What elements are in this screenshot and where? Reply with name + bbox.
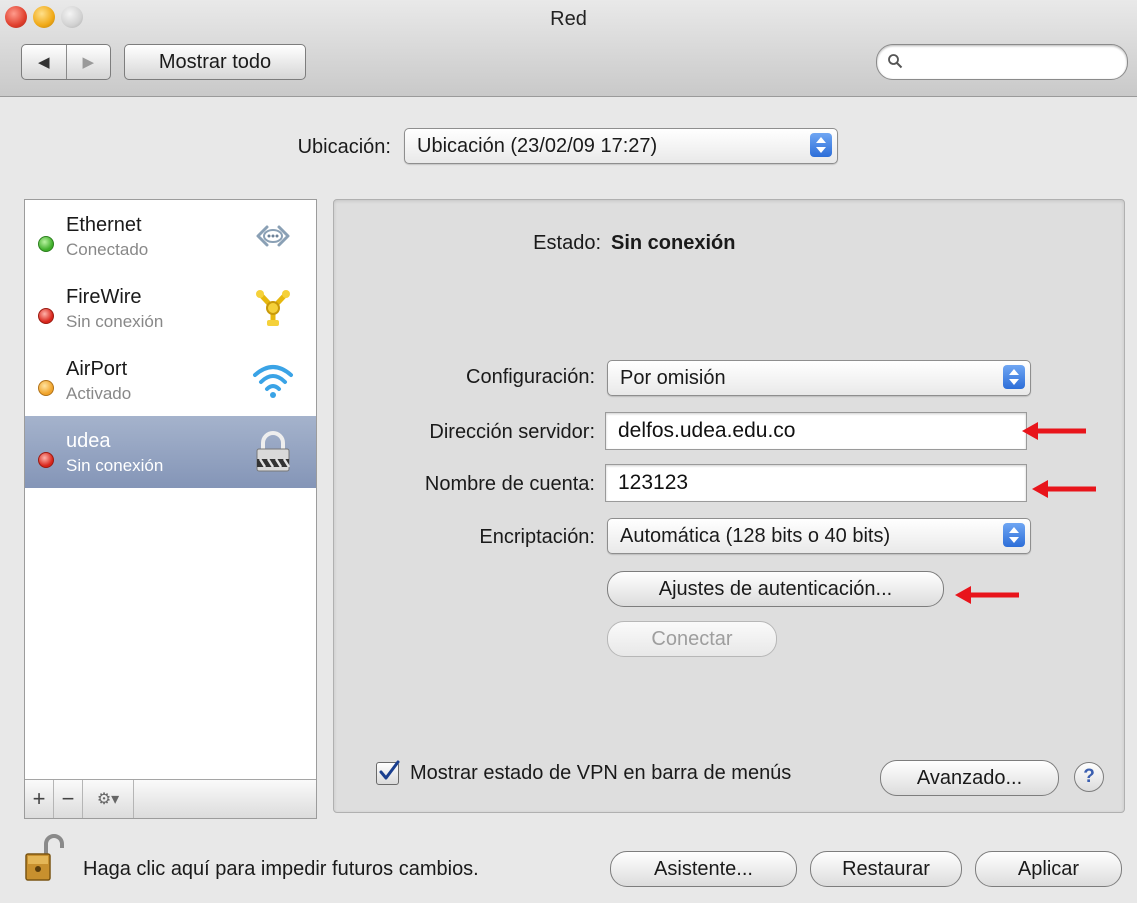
service-name: Ethernet	[66, 214, 142, 236]
service-item-firewire[interactable]: FireWire Sin conexión	[25, 272, 316, 344]
ethernet-icon	[248, 214, 298, 258]
remove-service-button[interactable]: −	[54, 780, 83, 818]
show-all-button[interactable]: Mostrar todo	[124, 44, 306, 80]
encryption-value: Automática (128 bits o 40 bits)	[620, 525, 891, 547]
service-status: Sin conexión	[66, 456, 164, 475]
service-item-udea[interactable]: udea Sin conexión	[25, 416, 316, 488]
gear-icon[interactable]: ⚙▾	[83, 780, 134, 818]
popup-arrows-icon	[810, 133, 832, 157]
location-value: Ubicación (23/02/09 17:27)	[417, 135, 658, 157]
server-address-input[interactable]	[606, 413, 1026, 449]
vpn-lock-icon	[248, 430, 298, 474]
service-name: udea	[66, 430, 111, 452]
popup-arrows-icon	[1003, 365, 1025, 389]
encryption-label: Encriptación:	[479, 526, 595, 548]
service-list: Ethernet Conectado FireWire Sin conexión	[24, 199, 317, 819]
back-arrow-icon[interactable]: ◀	[22, 45, 66, 79]
connect-button[interactable]: Conectar	[607, 621, 777, 657]
annotation-arrow-icon	[1022, 422, 1086, 440]
service-status: Conectado	[66, 240, 149, 259]
revert-button[interactable]: Restaurar	[810, 851, 962, 887]
status-label: Estado:	[533, 232, 601, 254]
status-dot-icon	[38, 236, 54, 252]
forward-arrow-icon[interactable]: ▶	[65, 45, 111, 79]
service-status: Activado	[66, 384, 132, 403]
status-dot-icon	[38, 380, 54, 396]
location-label: Ubicación:	[297, 136, 391, 158]
service-status: Sin conexión	[66, 312, 164, 331]
server-address-label: Dirección servidor:	[429, 421, 595, 443]
service-name: AirPort	[66, 358, 128, 380]
firewire-icon	[248, 286, 298, 330]
account-name-input[interactable]	[606, 465, 1026, 501]
apply-button[interactable]: Aplicar	[975, 851, 1122, 887]
wifi-icon	[248, 358, 298, 402]
add-service-button[interactable]: +	[25, 780, 54, 818]
status-dot-icon	[38, 452, 54, 468]
location-popup[interactable]: Ubicación (23/02/09 17:27)	[404, 128, 838, 164]
titlebar: Red ◀ ▶ Mostrar todo	[0, 0, 1137, 97]
encryption-popup[interactable]: Automática (128 bits o 40 bits)	[607, 518, 1031, 554]
vpn-status-label: Mostrar estado de VPN en barra de menús	[410, 762, 792, 784]
back-forward-control: ◀ ▶	[21, 44, 111, 80]
annotation-arrow-icon	[955, 586, 1019, 604]
configuration-popup[interactable]: Por omisión	[607, 360, 1031, 396]
advanced-button[interactable]: Avanzado...	[880, 760, 1059, 796]
service-name: FireWire	[66, 286, 142, 308]
help-button[interactable]: ?	[1074, 762, 1104, 792]
server-address-field[interactable]	[605, 412, 1027, 450]
annotation-arrow-icon	[1032, 480, 1096, 498]
configuration-value: Por omisión	[620, 367, 726, 389]
account-name-field[interactable]	[605, 464, 1027, 502]
search-field[interactable]	[876, 44, 1128, 80]
service-item-ethernet[interactable]: Ethernet Conectado	[25, 200, 316, 272]
checkmark-icon	[379, 760, 400, 780]
vpn-status-checkbox[interactable]	[376, 760, 400, 785]
service-list-toolbar: + − ⚙▾	[25, 779, 316, 818]
account-name-label: Nombre de cuenta:	[424, 473, 595, 495]
status-value: Sin conexión	[611, 232, 736, 254]
status-dot-icon	[38, 308, 54, 324]
assistant-button[interactable]: Asistente...	[610, 851, 797, 887]
authentication-settings-button[interactable]: Ajustes de autenticación...	[607, 571, 944, 607]
service-item-airport[interactable]: AirPort Activado	[25, 344, 316, 416]
search-icon	[887, 53, 903, 74]
network-preferences-window: Red ◀ ▶ Mostrar todo Ubicación: Ubicació…	[0, 0, 1137, 903]
window-title: Red	[550, 8, 587, 30]
detail-panel	[333, 199, 1125, 813]
configuration-label: Configuración:	[466, 366, 595, 388]
lock-message: Haga clic aquí para impedir futuros camb…	[83, 858, 479, 880]
padlock-icon[interactable]	[24, 832, 66, 889]
popup-arrows-icon	[1003, 523, 1025, 547]
